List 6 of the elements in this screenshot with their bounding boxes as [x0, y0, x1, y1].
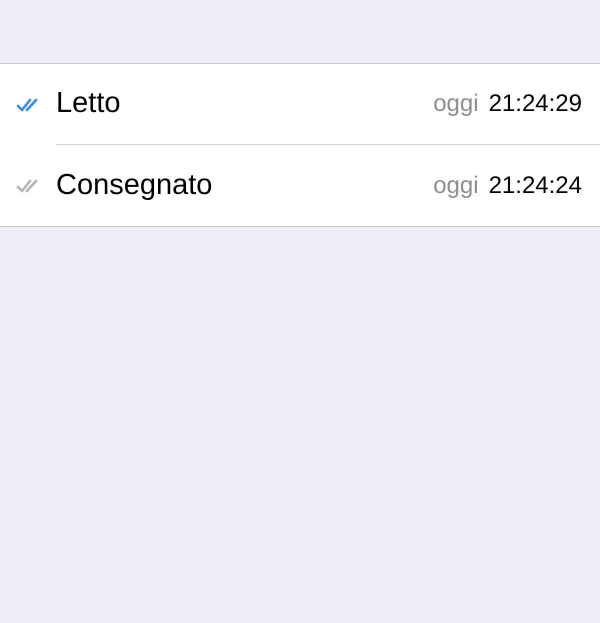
time-label: 21:24:29: [488, 89, 582, 119]
status-label: Consegnato: [56, 168, 212, 203]
date-label: oggi: [433, 89, 479, 119]
time-label: 21:24:24: [488, 170, 582, 200]
status-label: Letto: [56, 86, 120, 122]
date-label: oggi: [433, 170, 479, 200]
